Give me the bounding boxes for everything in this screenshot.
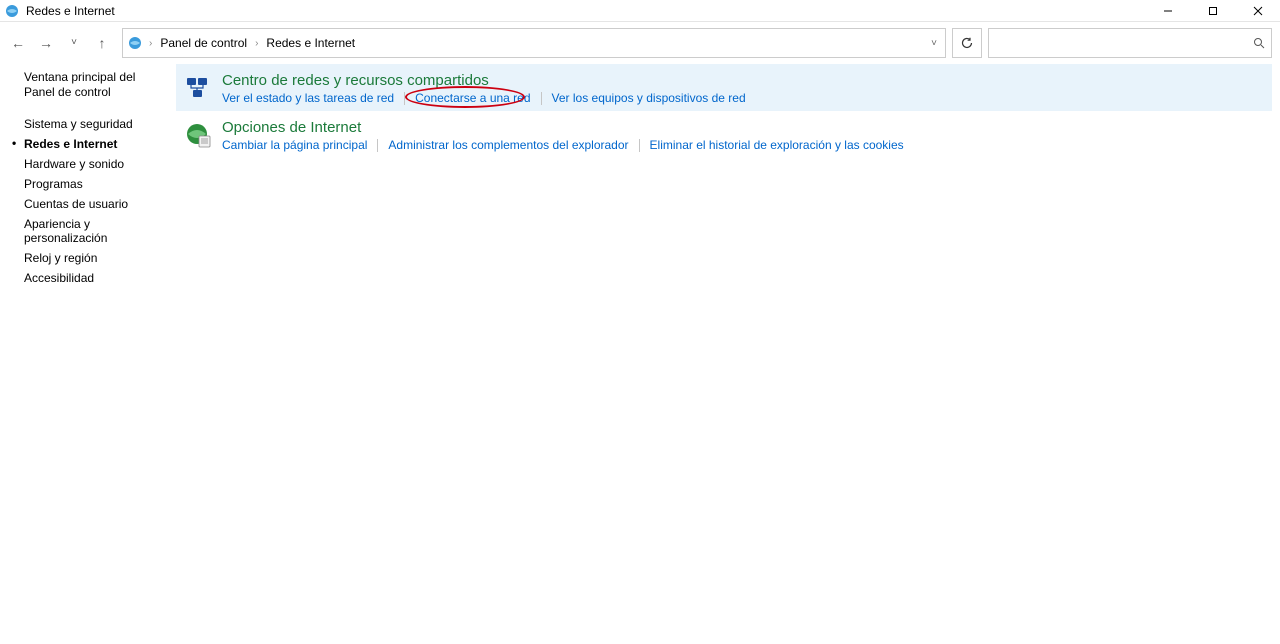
chevron-right-icon[interactable]: › bbox=[147, 38, 154, 49]
breadcrumb-current[interactable]: Redes e Internet bbox=[260, 36, 361, 50]
search-box[interactable] bbox=[988, 28, 1272, 58]
refresh-button[interactable] bbox=[952, 28, 982, 58]
control-panel-home-link[interactable]: Ventana principal del Panel de control bbox=[24, 70, 176, 100]
internet-options-icon bbox=[184, 121, 214, 151]
sidebar-list: Sistema y seguridad Redes e Internet Har… bbox=[24, 114, 176, 288]
chevron-right-icon[interactable]: › bbox=[253, 38, 260, 49]
sidebar: Ventana principal del Panel de control S… bbox=[0, 64, 176, 644]
sidebar-item-user-accounts[interactable]: Cuentas de usuario bbox=[24, 194, 176, 214]
link-connect-network[interactable]: Conectarse a una red bbox=[415, 91, 530, 105]
up-button[interactable]: ↑ bbox=[94, 36, 110, 50]
nav-arrows: ← → ˅ ↑ bbox=[8, 28, 116, 58]
sidebar-item-programs[interactable]: Programas bbox=[24, 174, 176, 194]
address-bar[interactable]: › Panel de control › Redes e Internet ˅ bbox=[122, 28, 946, 58]
link-change-homepage[interactable]: Cambiar la página principal bbox=[222, 138, 367, 152]
forward-button[interactable]: → bbox=[38, 36, 54, 50]
navigation-row: ← → ˅ ↑ › Panel de control › Redes e Int… bbox=[0, 28, 1280, 58]
recent-locations-button[interactable]: ˅ bbox=[66, 38, 82, 48]
link-clear-history[interactable]: Eliminar el historial de exploración y l… bbox=[650, 138, 904, 152]
sidebar-item-appearance[interactable]: Apariencia y personalización bbox=[24, 214, 176, 248]
category-title-internet-options[interactable]: Opciones de Internet bbox=[222, 119, 1272, 136]
control-panel-icon bbox=[127, 35, 143, 51]
sidebar-item-clock-region[interactable]: Reloj y región bbox=[24, 248, 176, 268]
category-internet-options: Opciones de Internet Cambiar la página p… bbox=[176, 111, 1272, 158]
sidebar-item-hardware-sound[interactable]: Hardware y sonido bbox=[24, 154, 176, 174]
separator-icon bbox=[404, 92, 405, 105]
sublinks-network: Ver el estado y las tareas de red Conect… bbox=[222, 91, 1272, 105]
address-dropdown-button[interactable]: ˅ bbox=[927, 38, 941, 49]
network-internet-icon bbox=[4, 3, 20, 19]
close-button[interactable] bbox=[1235, 0, 1280, 21]
sidebar-item-system-security[interactable]: Sistema y seguridad bbox=[24, 114, 176, 134]
search-input[interactable] bbox=[995, 35, 1253, 51]
sidebar-item-accessibility[interactable]: Accesibilidad bbox=[24, 268, 176, 288]
window-controls bbox=[1145, 0, 1280, 21]
window-title: Redes e Internet bbox=[26, 4, 115, 18]
sidebar-item-network-internet[interactable]: Redes e Internet bbox=[24, 134, 176, 154]
main-panel: Centro de redes y recursos compartidos V… bbox=[176, 64, 1280, 644]
link-network-devices[interactable]: Ver los equipos y dispositivos de red bbox=[552, 91, 746, 105]
minimize-button[interactable] bbox=[1145, 0, 1190, 21]
content-body: Ventana principal del Panel de control S… bbox=[0, 64, 1280, 644]
back-button[interactable]: ← bbox=[10, 36, 26, 50]
link-manage-addons[interactable]: Administrar los complementos del explora… bbox=[388, 138, 628, 152]
link-network-status[interactable]: Ver el estado y las tareas de red bbox=[222, 91, 394, 105]
sublinks-internet: Cambiar la página principal Administrar … bbox=[222, 138, 1272, 152]
maximize-button[interactable] bbox=[1190, 0, 1235, 21]
titlebar: Redes e Internet bbox=[0, 0, 1280, 22]
category-title-network-sharing[interactable]: Centro de redes y recursos compartidos bbox=[222, 72, 1272, 89]
search-icon[interactable] bbox=[1253, 37, 1265, 49]
network-sharing-icon bbox=[184, 74, 214, 104]
separator-icon bbox=[639, 139, 640, 152]
separator-icon bbox=[541, 92, 542, 105]
breadcrumb-root[interactable]: Panel de control bbox=[154, 36, 253, 50]
separator-icon bbox=[377, 139, 378, 152]
category-network-sharing: Centro de redes y recursos compartidos V… bbox=[176, 64, 1272, 111]
